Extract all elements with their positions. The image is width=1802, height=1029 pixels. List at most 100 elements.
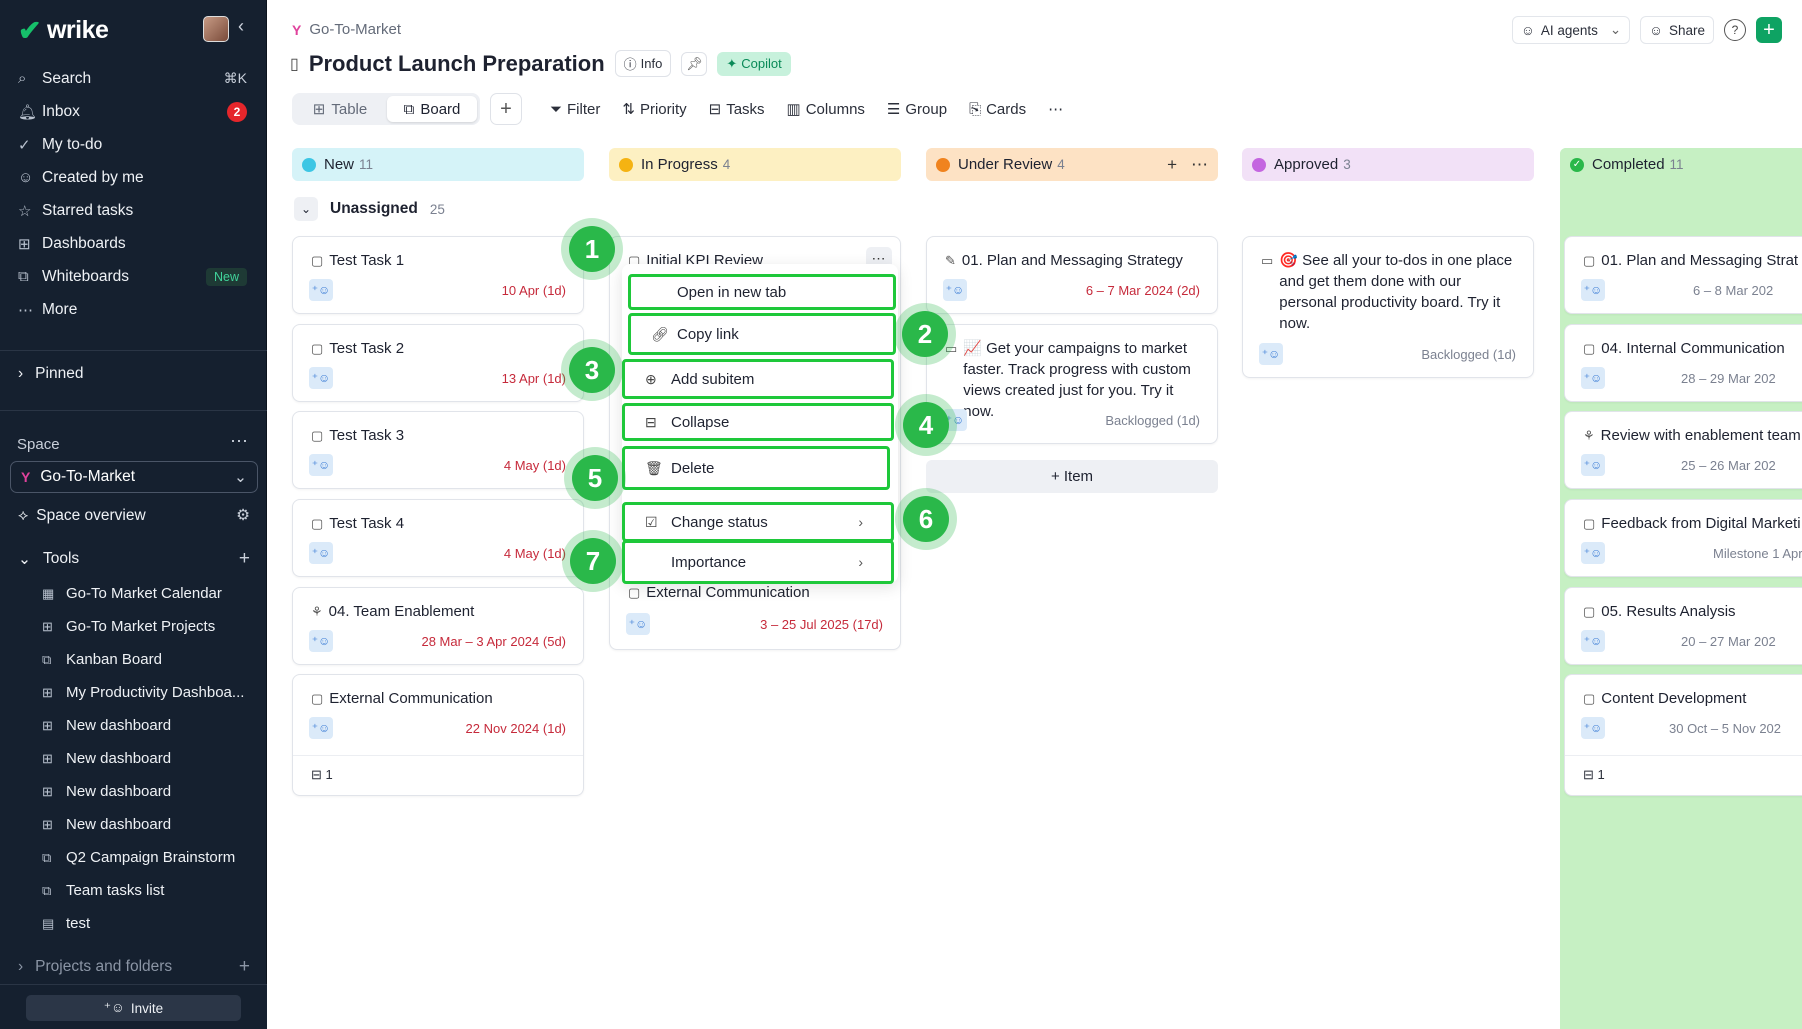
menu-delete[interactable]: 🗑︎ Delete: [622, 446, 890, 490]
info-button[interactable]: ⓘ Info: [614, 50, 672, 77]
invite-button[interactable]: ⁺☺ Invite: [26, 995, 241, 1021]
assign-user-icon[interactable]: ⁺☺: [1259, 343, 1283, 365]
tasks-button[interactable]: ⊟ Tasks: [709, 100, 765, 119]
task-card[interactable]: ⚘ Review with enablement team ⁺☺ 25 – 26 …: [1564, 411, 1802, 489]
space-more-icon[interactable]: ⋯: [230, 431, 249, 452]
add-view-button[interactable]: +: [490, 93, 522, 125]
menu-importance[interactable]: Importance ›: [622, 540, 894, 584]
due-date: 28 Mar – 3 Apr 2024 (5d): [421, 634, 566, 649]
wrike-logo[interactable]: ✔ wrike: [18, 14, 109, 47]
subitems-count[interactable]: ⊟ 1: [1583, 767, 1605, 783]
assign-user-icon[interactable]: ⁺☺: [1581, 717, 1605, 739]
assign-user-icon[interactable]: ⁺☺: [309, 454, 333, 476]
menu-collapse[interactable]: ⊟ Collapse: [622, 403, 894, 441]
task-card[interactable]: ▢ 05. Results Analysis ⁺☺ 20 – 27 Mar 202: [1564, 587, 1802, 665]
nav-inbox[interactable]: 🔔︎ Inbox 2: [10, 95, 255, 128]
space-overview[interactable]: ⟡ Space overview ⚙: [18, 506, 250, 525]
nav-whiteboards[interactable]: ⧉ Whiteboards New: [10, 260, 255, 293]
assign-user-icon[interactable]: ⁺☺: [626, 613, 650, 635]
tab-board[interactable]: ⧉ Board: [387, 96, 477, 122]
tool-item[interactable]: ⧉ Q2 Campaign Brainstorm: [40, 841, 258, 874]
task-card[interactable]: ▢ Content Development ⁺☺ 30 Oct – 5 Nov 2…: [1564, 674, 1802, 796]
tool-item[interactable]: ▦ Go-To Market Calendar: [40, 577, 258, 610]
menu-change-status[interactable]: ☑ Change status ›: [622, 502, 894, 542]
tool-item[interactable]: ⊞ New dashboard: [40, 775, 258, 808]
menu-add-subitem[interactable]: ⊕ Add subitem: [622, 359, 894, 399]
column-header-in-progress[interactable]: In Progress 4: [609, 148, 901, 181]
tools-section[interactable]: ⌄ Tools +: [18, 548, 250, 570]
add-project-icon[interactable]: +: [239, 956, 250, 978]
menu-copy-link[interactable]: 🔗︎ Copy link: [628, 313, 896, 355]
more-icon[interactable]: ⋯: [1191, 155, 1208, 175]
column-header-approved[interactable]: Approved 3: [1242, 148, 1534, 181]
assign-user-icon[interactable]: ⁺☺: [1581, 279, 1605, 301]
tool-item[interactable]: ⊞ My Productivity Dashboa...: [40, 676, 258, 709]
tool-item[interactable]: ⊞ Go-To Market Projects: [40, 610, 258, 643]
priority-button[interactable]: ⇅ Priority: [622, 100, 686, 119]
add-tool-icon[interactable]: +: [239, 548, 250, 570]
assign-user-icon[interactable]: ⁺☺: [309, 717, 333, 739]
tool-item[interactable]: ▤ test: [40, 907, 258, 940]
tab-table[interactable]: ⊞ Table: [295, 96, 385, 122]
nav-search[interactable]: ⌕ Search ⌘K: [10, 62, 255, 95]
task-card[interactable]: ▢ Test Task 3 ⁺☺ 4 May (1d): [292, 411, 584, 489]
project-tree-icon: ⚘: [1583, 428, 1595, 443]
projects-and-folders[interactable]: › Projects and folders +: [18, 956, 250, 978]
collapse-sidebar-icon[interactable]: ‹: [238, 16, 244, 37]
breadcrumb[interactable]: Y Go-To-Market: [292, 21, 401, 38]
task-icon: ▢: [311, 691, 324, 706]
assign-user-icon[interactable]: ⁺☺: [309, 367, 333, 389]
tool-item[interactable]: ⧉ Team tasks list: [40, 874, 258, 907]
due-date: Backlogged (1d): [1421, 347, 1516, 362]
group-header[interactable]: ⌄ Unassigned 25: [294, 197, 445, 221]
task-card[interactable]: ▢ Test Task 1 ⁺☺ 10 Apr (1d): [292, 236, 584, 314]
assign-user-icon[interactable]: ⁺☺: [309, 630, 333, 652]
gear-icon[interactable]: ⚙: [236, 506, 250, 525]
tool-item[interactable]: ⧉ Kanban Board: [40, 643, 258, 676]
more-options-icon[interactable]: ⋯: [1048, 100, 1063, 118]
nav-more[interactable]: ⋯ More: [10, 293, 255, 326]
tool-item[interactable]: ⊞ New dashboard: [40, 709, 258, 742]
tool-item[interactable]: ⊞ New dashboard: [40, 742, 258, 775]
nav-my-todo[interactable]: ✓ My to-do: [10, 128, 255, 161]
task-card[interactable]: ▢ Test Task 4 ⁺☺ 4 May (1d): [292, 499, 584, 577]
task-card[interactable]: ▭ 🎯 See all your to-dos in one place and …: [1242, 236, 1534, 378]
cards-button[interactable]: ⎘ Cards: [969, 101, 1026, 118]
task-card[interactable]: ✎ 01. Plan and Messaging Strategy ⁺☺ 6 – …: [926, 236, 1218, 314]
task-card[interactable]: ▢ External Communication ⁺☺ 22 Nov 2024 (…: [292, 674, 584, 796]
task-card[interactable]: ▢ 01. Plan and Messaging Strat ⁺☺ 6 – 8 M…: [1564, 236, 1802, 314]
nav-starred-tasks[interactable]: ☆ Starred tasks: [10, 194, 255, 227]
task-card[interactable]: ▢ Feedback from Digital Marketi ⁺☺ Milest…: [1564, 499, 1802, 577]
assign-user-icon[interactable]: ⁺☺: [1581, 630, 1605, 652]
task-icon: ▢: [1583, 516, 1596, 531]
task-card[interactable]: ▢ Test Task 2 ⁺☺ 13 Apr (1d): [292, 324, 584, 402]
assign-user-icon[interactable]: ⁺☺: [1581, 367, 1605, 389]
menu-open-in-new-tab[interactable]: Open in new tab: [628, 274, 896, 310]
column-header-under-review[interactable]: Under Review 4 + ⋯: [926, 148, 1218, 181]
copilot-button[interactable]: ✦ Copilot: [717, 51, 791, 76]
avatar[interactable]: [203, 16, 229, 42]
space-selector[interactable]: Y Go-To-Market ⌄: [10, 461, 258, 493]
assign-user-icon[interactable]: ⁺☺: [1581, 454, 1605, 476]
pin-icon[interactable]: 📌︎: [681, 51, 708, 76]
subitems-count[interactable]: ⊟ 1: [311, 767, 333, 783]
nav-created-by-me[interactable]: ☺ Created by me: [10, 161, 255, 194]
task-card[interactable]: ▭ 📈 Get your campaigns to market faster. …: [926, 324, 1218, 444]
assign-user-icon[interactable]: ⁺☺: [309, 542, 333, 564]
nav-dashboards[interactable]: ⊞ Dashboards: [10, 227, 255, 260]
task-card[interactable]: ⚘ 04. Team Enablement ⁺☺ 28 Mar – 3 Apr 2…: [292, 587, 584, 665]
task-card[interactable]: ▢ 04. Internal Communication ⁺☺ 28 – 29 M…: [1564, 324, 1802, 402]
group-button[interactable]: ☰ Group: [887, 100, 947, 119]
page-title[interactable]: Product Launch Preparation: [309, 51, 605, 77]
add-item-button[interactable]: + Item: [926, 460, 1218, 493]
add-icon[interactable]: +: [1167, 155, 1177, 175]
assign-user-icon[interactable]: ⁺☺: [309, 279, 333, 301]
tool-item[interactable]: ⊞ New dashboard: [40, 808, 258, 841]
assign-user-icon[interactable]: ⁺☺: [943, 279, 967, 301]
columns-button[interactable]: ▥ Columns: [787, 100, 865, 119]
assign-user-icon[interactable]: ⁺☺: [1581, 542, 1605, 564]
chevron-down-icon[interactable]: ⌄: [294, 197, 318, 221]
filter-button[interactable]: ⏷ Filter: [550, 101, 600, 118]
pinned-section[interactable]: › Pinned: [18, 365, 83, 383]
column-header-new[interactable]: New 11: [292, 148, 584, 181]
